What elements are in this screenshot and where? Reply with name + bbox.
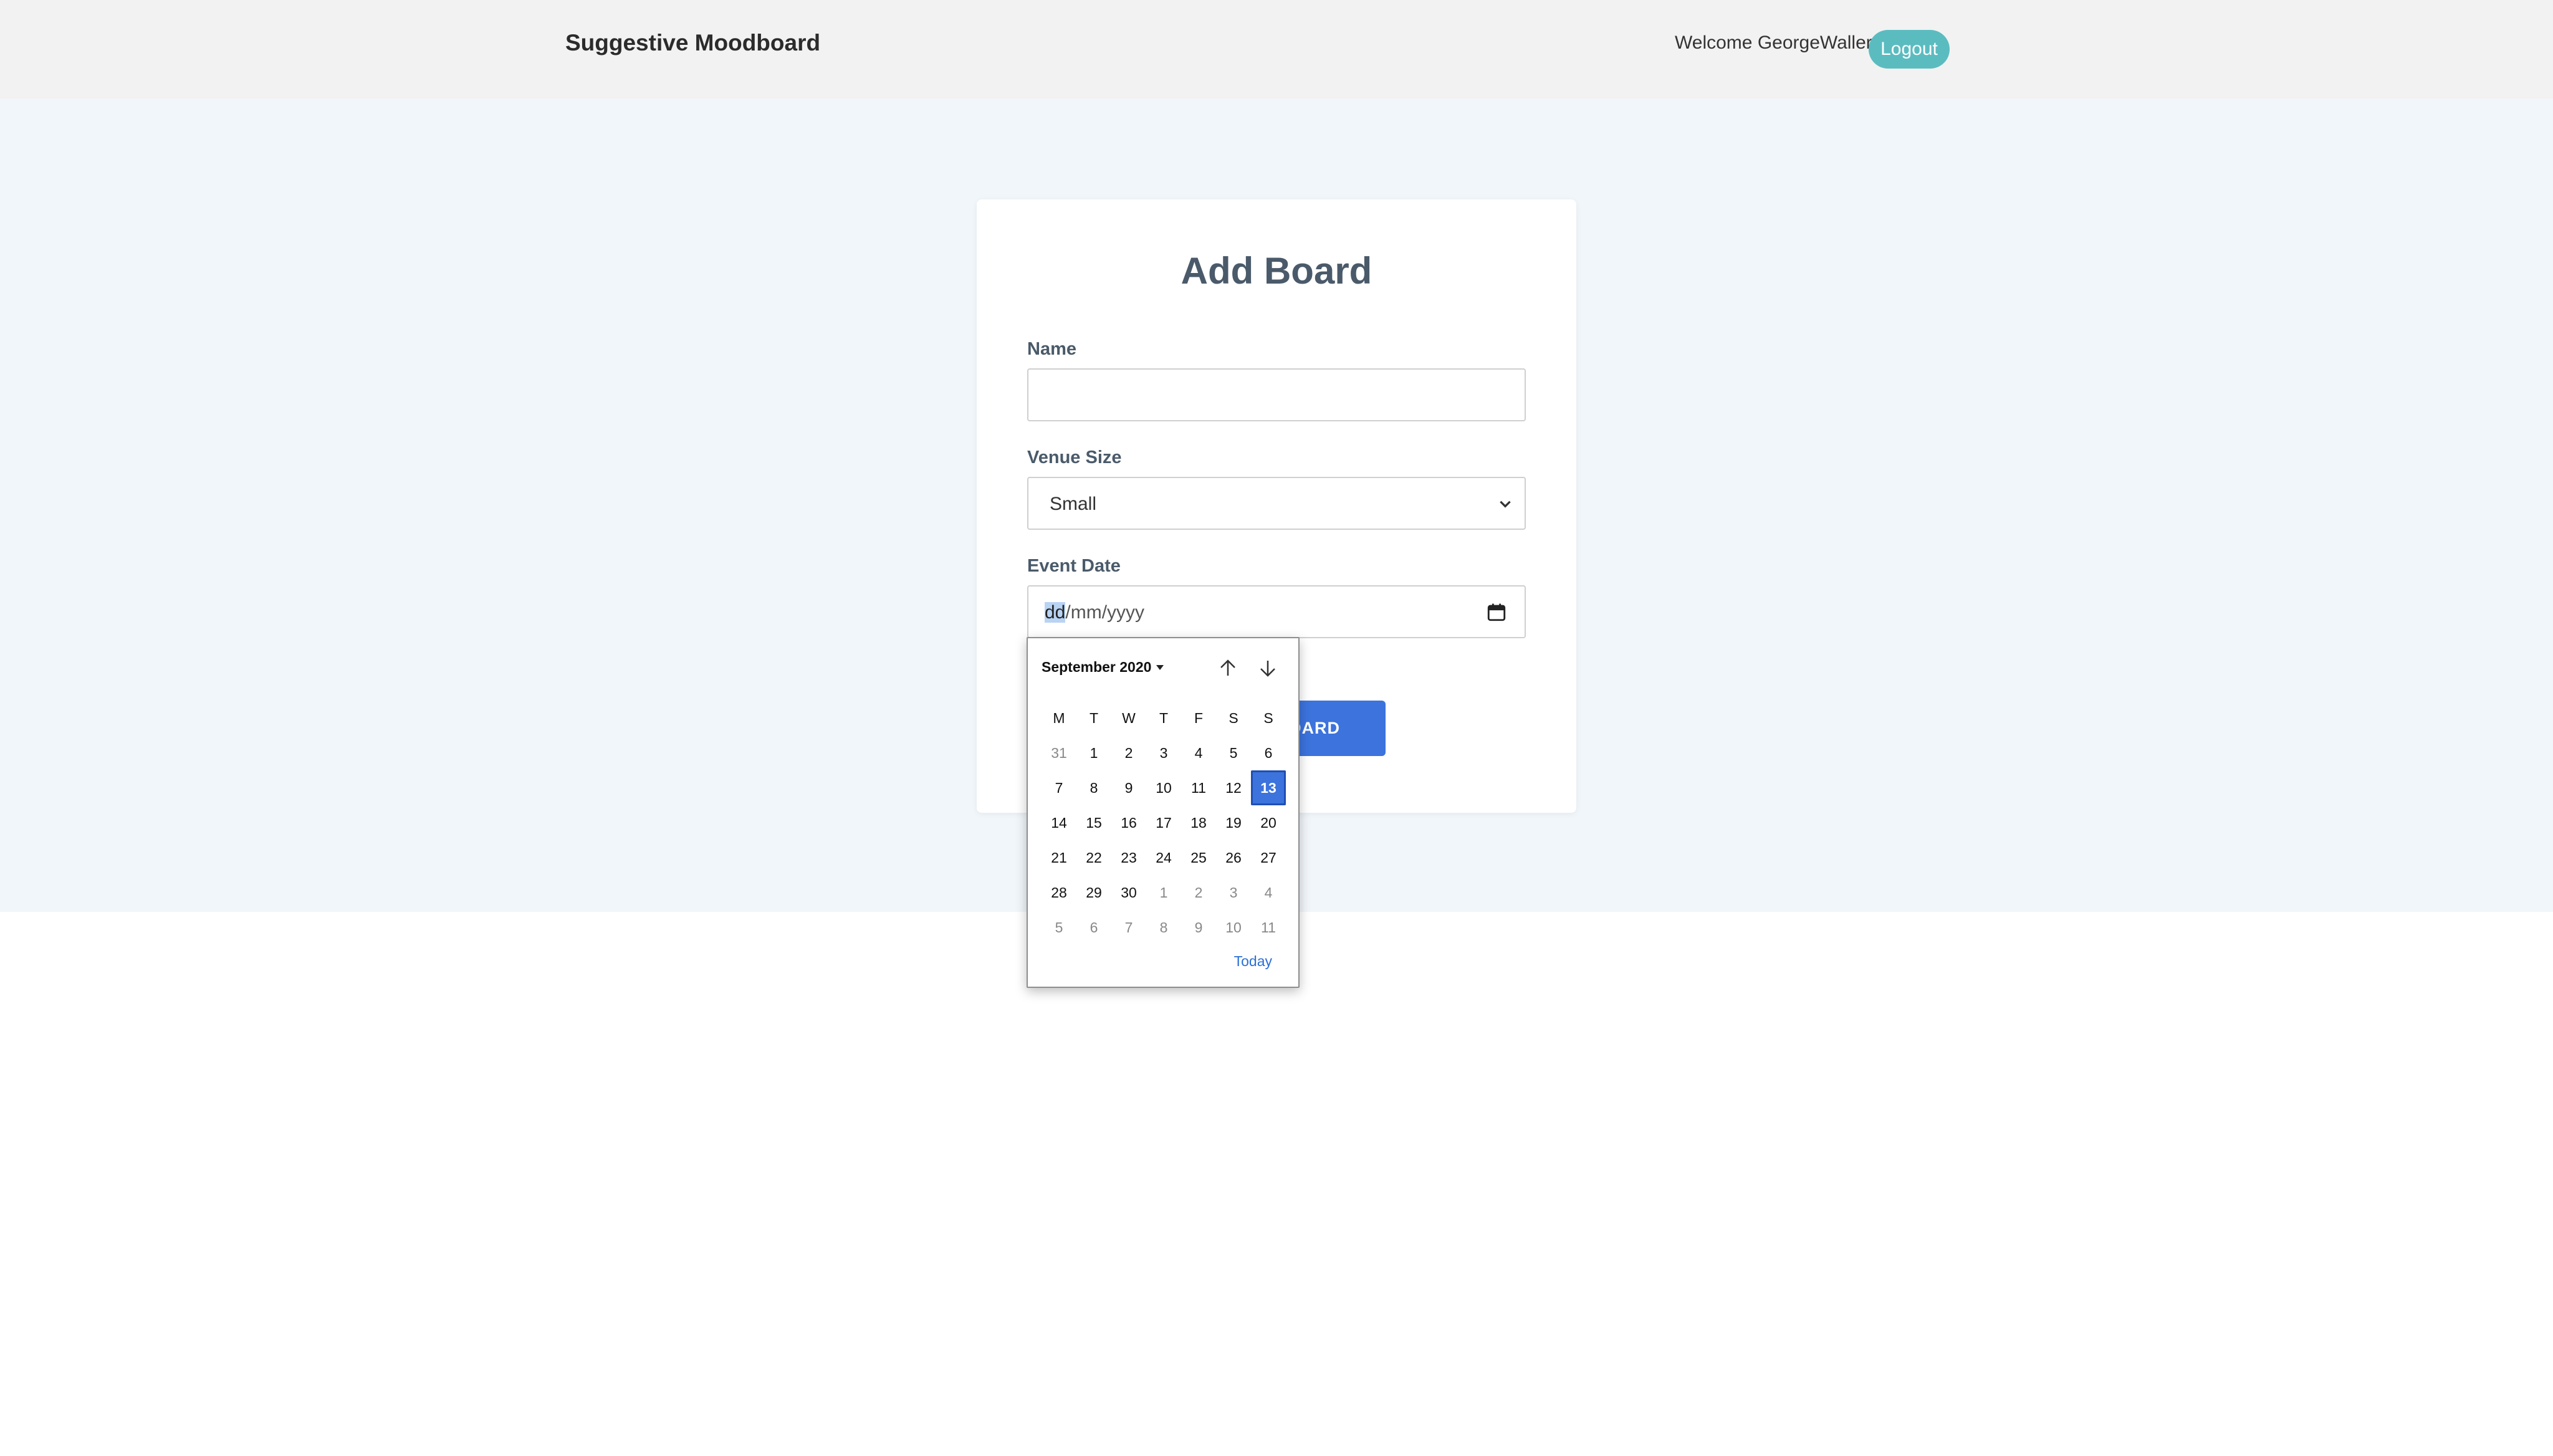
calendar-day-selected[interactable]: 13 <box>1251 770 1286 805</box>
arrow-up-icon <box>1220 659 1235 676</box>
weekday-header: F <box>1194 709 1204 726</box>
top-navbar: Suggestive Moodboard Welcome GeorgeWalle… <box>0 0 2553 99</box>
venue-size-value: Small <box>1050 494 1097 514</box>
calendar-day[interactable]: 2 <box>1181 875 1216 910</box>
brand-title[interactable]: Suggestive Moodboard <box>565 30 820 56</box>
name-label: Name <box>1027 339 1076 359</box>
calendar-day[interactable]: 12 <box>1216 770 1251 805</box>
calendar-day[interactable]: 11 <box>1181 770 1216 805</box>
date-placeholder: dd/mm/yyyy <box>1045 602 1144 623</box>
calendar-day[interactable]: 5 <box>1216 735 1251 770</box>
weekday-header: T <box>1089 709 1099 726</box>
caret-down-icon <box>1156 664 1164 670</box>
calendar-day[interactable]: 10 <box>1146 770 1181 805</box>
calendar-day[interactable]: 23 <box>1111 840 1146 875</box>
month-year-selector[interactable]: September 2020 <box>1042 659 1164 676</box>
calendar-day[interactable]: 25 <box>1181 840 1216 875</box>
calendar-day[interactable]: 7 <box>1111 910 1146 945</box>
logout-button[interactable]: Logout <box>1869 30 1950 69</box>
calendar-day[interactable]: 1 <box>1146 875 1181 910</box>
weekday-header: W <box>1122 709 1136 726</box>
calendar-day[interactable]: 18 <box>1181 805 1216 840</box>
calendar-day[interactable]: 9 <box>1181 910 1216 945</box>
event-date-label: Event Date <box>1027 556 1121 576</box>
calendar-day[interactable]: 16 <box>1111 805 1146 840</box>
date-rest-segment[interactable]: /mm/yyyy <box>1065 602 1144 623</box>
calendar-day[interactable]: 8 <box>1076 770 1111 805</box>
calendar-day[interactable]: 1 <box>1076 735 1111 770</box>
chevron-down-icon <box>1500 501 1511 508</box>
calendar-day[interactable]: 6 <box>1076 910 1111 945</box>
calendar-day[interactable]: 21 <box>1042 840 1076 875</box>
welcome-text: Welcome GeorgeWaller <box>1675 32 1872 53</box>
calendar-day[interactable]: 11 <box>1251 910 1286 945</box>
page-title: Add Board <box>1181 250 1372 292</box>
calendar-day[interactable]: 30 <box>1111 875 1146 910</box>
venue-size-select[interactable]: Small <box>1027 477 1526 530</box>
calendar-grid: M T W T F S S 31 1 2 3 4 5 6 7 8 9 10 11 12 13 14 15 16 17 18 19 20… <box>1042 701 1286 945</box>
weekday-header: S <box>1263 709 1273 726</box>
calendar-day[interactable]: 8 <box>1146 910 1181 945</box>
calendar-day[interactable]: 22 <box>1076 840 1111 875</box>
weekday-header: S <box>1229 709 1238 726</box>
calendar-day[interactable]: 15 <box>1076 805 1111 840</box>
month-year-label: September 2020 <box>1042 659 1152 675</box>
calendar-day[interactable]: 26 <box>1216 840 1251 875</box>
calendar-icon[interactable] <box>1486 601 1507 623</box>
next-month-button[interactable] <box>1255 656 1280 681</box>
arrow-down-icon <box>1260 661 1275 677</box>
calendar-day[interactable]: 27 <box>1251 840 1286 875</box>
calendar-day[interactable]: 19 <box>1216 805 1251 840</box>
datepicker-popup: September 2020 M T W T F S S 31 1 2 3 4 5 6 7 8 9 10 11 12 1… <box>1027 637 1300 988</box>
calendar-day[interactable]: 4 <box>1181 735 1216 770</box>
previous-month-button[interactable] <box>1215 656 1240 681</box>
date-day-segment[interactable]: dd <box>1045 602 1066 623</box>
calendar-day[interactable]: 20 <box>1251 805 1286 840</box>
calendar-day[interactable]: 9 <box>1111 770 1146 805</box>
calendar-day[interactable]: 2 <box>1111 735 1146 770</box>
venue-size-label: Venue Size <box>1027 448 1122 467</box>
weekday-header: M <box>1053 709 1065 726</box>
calendar-day[interactable]: 17 <box>1146 805 1181 840</box>
event-date-input[interactable]: dd/mm/yyyy <box>1027 585 1526 638</box>
calendar-day[interactable]: 28 <box>1042 875 1076 910</box>
calendar-day[interactable]: 7 <box>1042 770 1076 805</box>
today-button[interactable]: Today <box>1234 953 1272 970</box>
calendar-day[interactable]: 14 <box>1042 805 1076 840</box>
calendar-day[interactable]: 5 <box>1042 910 1076 945</box>
calendar-day[interactable]: 3 <box>1216 875 1251 910</box>
calendar-day[interactable]: 31 <box>1042 735 1076 770</box>
name-input[interactable] <box>1027 368 1526 421</box>
calendar-day[interactable]: 29 <box>1076 875 1111 910</box>
weekday-header: T <box>1159 709 1169 726</box>
calendar-day[interactable]: 6 <box>1251 735 1286 770</box>
calendar-day[interactable]: 10 <box>1216 910 1251 945</box>
calendar-day[interactable]: 4 <box>1251 875 1286 910</box>
calendar-day[interactable]: 3 <box>1146 735 1181 770</box>
calendar-day[interactable]: 24 <box>1146 840 1181 875</box>
